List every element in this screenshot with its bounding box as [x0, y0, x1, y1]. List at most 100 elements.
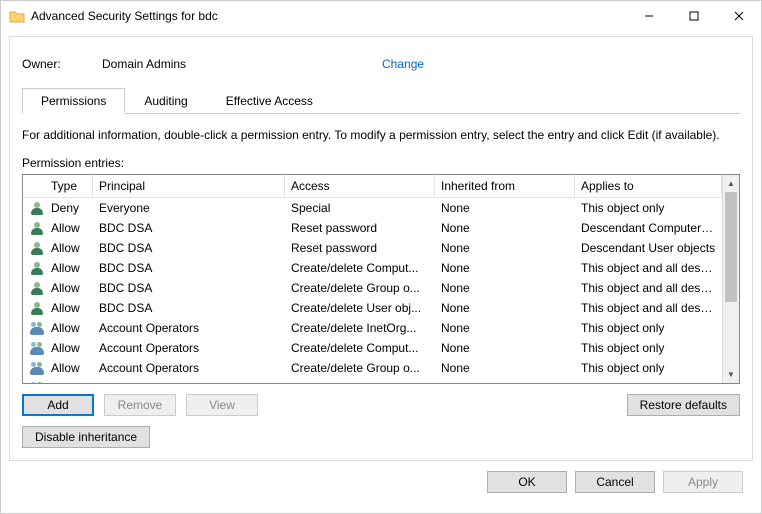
cell-type: Allow	[45, 380, 93, 383]
group-icon	[29, 380, 45, 383]
owner-value: Domain Admins	[102, 57, 382, 71]
cell-inherited: None	[435, 240, 575, 256]
cell-type: Allow	[45, 260, 93, 276]
cell-type: Allow	[45, 280, 93, 296]
view-button[interactable]: View	[186, 394, 258, 416]
scroll-down-icon[interactable]: ▼	[723, 366, 739, 383]
user-icon	[29, 200, 45, 216]
cell-inherited: None	[435, 340, 575, 356]
group-icon	[29, 340, 45, 356]
cell-access: Create/delete Group o...	[285, 280, 435, 296]
content-panel: Owner: Domain Admins Change Permissions …	[9, 36, 753, 461]
cell-access: Create/delete InetOrg...	[285, 320, 435, 336]
maximize-button[interactable]	[671, 1, 716, 31]
cancel-button[interactable]: Cancel	[575, 471, 655, 493]
table-row[interactable]: AllowPrint OperatorsCreate/delete Printe…	[23, 378, 722, 383]
cell-inherited: None	[435, 320, 575, 336]
cell-type: Allow	[45, 240, 93, 256]
table-row[interactable]: AllowAccount OperatorsCreate/delete Comp…	[23, 338, 722, 358]
cell-applies: This object only	[575, 380, 722, 383]
user-icon	[29, 220, 45, 236]
tabstrip: Permissions Auditing Effective Access	[22, 87, 740, 114]
tab-permissions[interactable]: Permissions	[22, 88, 125, 114]
cell-principal: Account Operators	[93, 340, 285, 356]
table-row[interactable]: AllowBDC DSAReset passwordNoneDescendant…	[23, 218, 722, 238]
table-row[interactable]: AllowAccount OperatorsCreate/delete Grou…	[23, 358, 722, 378]
info-text: For additional information, double-click…	[22, 128, 740, 142]
cell-access: Create/delete Group o...	[285, 360, 435, 376]
close-button[interactable]	[716, 1, 761, 31]
cell-applies: This object only	[575, 320, 722, 336]
cell-principal: Everyone	[93, 200, 285, 216]
tab-auditing[interactable]: Auditing	[125, 88, 206, 114]
scroll-thumb[interactable]	[725, 192, 737, 302]
scroll-up-icon[interactable]: ▲	[723, 175, 739, 192]
cell-principal: BDC DSA	[93, 240, 285, 256]
minimize-button[interactable]	[626, 1, 671, 31]
cell-principal: Print Operators	[93, 380, 285, 383]
disable-inheritance-button[interactable]: Disable inheritance	[22, 426, 150, 448]
group-icon	[29, 320, 45, 336]
change-owner-link[interactable]: Change	[382, 57, 424, 71]
cell-principal: BDC DSA	[93, 300, 285, 316]
grid-header: Type Principal Access Inherited from App…	[23, 175, 722, 198]
cell-type: Allow	[45, 220, 93, 236]
remove-button[interactable]: Remove	[104, 394, 176, 416]
col-header-access[interactable]: Access	[285, 175, 435, 197]
cell-type: Allow	[45, 300, 93, 316]
vertical-scrollbar[interactable]: ▲ ▼	[722, 175, 739, 383]
cell-applies: This object only	[575, 200, 722, 216]
cell-principal: BDC DSA	[93, 280, 285, 296]
cell-type: Allow	[45, 340, 93, 356]
entries-label: Permission entries:	[22, 156, 740, 170]
cell-access: Create/delete User obj...	[285, 300, 435, 316]
cell-principal: Account Operators	[93, 320, 285, 336]
table-row[interactable]: AllowBDC DSACreate/delete User obj...Non…	[23, 298, 722, 318]
cell-access: Reset password	[285, 220, 435, 236]
user-icon	[29, 300, 45, 316]
cell-principal: BDC DSA	[93, 260, 285, 276]
cell-type: Allow	[45, 360, 93, 376]
cell-inherited: None	[435, 300, 575, 316]
cell-access: Special	[285, 200, 435, 216]
apply-button[interactable]: Apply	[663, 471, 743, 493]
window: Advanced Security Settings for bdc Owner…	[0, 0, 762, 514]
cell-applies: This object only	[575, 360, 722, 376]
cell-access: Create/delete Comput...	[285, 340, 435, 356]
col-header-applies[interactable]: Applies to	[575, 175, 722, 197]
cell-inherited: None	[435, 380, 575, 383]
cell-applies: This object and all descendan...	[575, 260, 722, 276]
cell-type: Deny	[45, 200, 93, 216]
cell-applies: Descendant User objects	[575, 240, 722, 256]
cell-inherited: None	[435, 280, 575, 296]
user-icon	[29, 280, 45, 296]
table-row[interactable]: AllowBDC DSAReset passwordNoneDescendant…	[23, 238, 722, 258]
cell-applies: Descendant Computer objects	[575, 220, 722, 236]
cell-principal: BDC DSA	[93, 220, 285, 236]
cell-access: Reset password	[285, 240, 435, 256]
cell-applies: This object only	[575, 340, 722, 356]
user-icon	[29, 260, 45, 276]
col-header-inherited[interactable]: Inherited from	[435, 175, 575, 197]
titlebar: Advanced Security Settings for bdc	[1, 1, 761, 31]
ok-button[interactable]: OK	[487, 471, 567, 493]
table-row[interactable]: AllowAccount OperatorsCreate/delete Inet…	[23, 318, 722, 338]
cell-type: Allow	[45, 320, 93, 336]
folder-icon	[9, 8, 25, 24]
cell-inherited: None	[435, 220, 575, 236]
table-row[interactable]: AllowBDC DSACreate/delete Comput...NoneT…	[23, 258, 722, 278]
cell-access: Create/delete Comput...	[285, 260, 435, 276]
cell-applies: This object and all descendan...	[575, 300, 722, 316]
table-row[interactable]: AllowBDC DSACreate/delete Group o...None…	[23, 278, 722, 298]
add-button[interactable]: Add	[22, 394, 94, 416]
col-header-type[interactable]: Type	[45, 175, 93, 197]
tab-effective-access[interactable]: Effective Access	[207, 88, 332, 114]
cell-inherited: None	[435, 200, 575, 216]
col-header-principal[interactable]: Principal	[93, 175, 285, 197]
restore-defaults-button[interactable]: Restore defaults	[627, 394, 740, 416]
table-row[interactable]: DenyEveryoneSpecialNoneThis object only	[23, 198, 722, 218]
cell-applies: This object and all descendan...	[575, 280, 722, 296]
cell-principal: Account Operators	[93, 360, 285, 376]
permissions-grid: Type Principal Access Inherited from App…	[22, 174, 740, 384]
window-title: Advanced Security Settings for bdc	[31, 9, 626, 23]
